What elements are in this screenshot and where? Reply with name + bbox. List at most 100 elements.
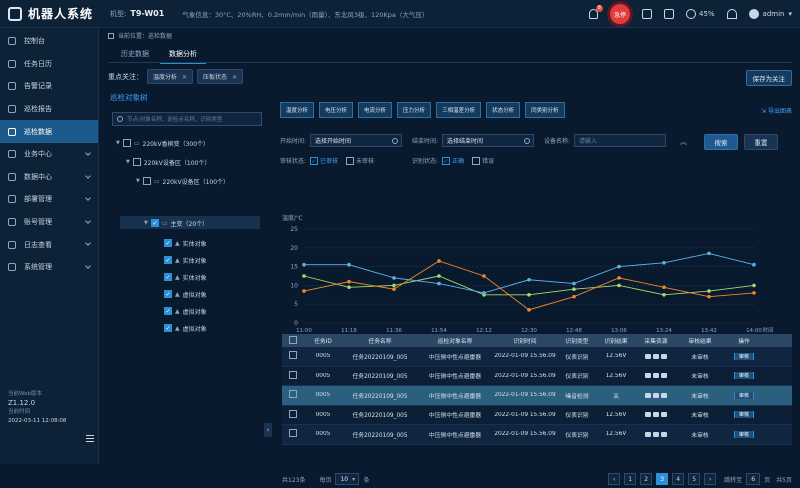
video-icon[interactable] (653, 373, 659, 379)
recog-correct-checkbox[interactable]: 正确 (442, 156, 464, 165)
tree-node[interactable]: ▲实体对象 (164, 271, 207, 283)
data-point[interactable] (572, 287, 576, 291)
review-button[interactable]: 审核 (733, 391, 754, 399)
focus-chip[interactable]: 温度分析 ✕ (147, 69, 194, 84)
page-button[interactable]: 4 (672, 473, 685, 485)
collapse-filter-icon[interactable]: ︽ (680, 137, 687, 147)
data-point[interactable] (437, 281, 441, 286)
data-point[interactable] (752, 262, 756, 267)
data-point[interactable] (707, 251, 711, 256)
tree-checkbox[interactable] (164, 324, 172, 332)
table-row[interactable]: 0005 任务20220109_005 中压侧中性点避雷器 2022-01-09 15… (282, 366, 792, 386)
table-row[interactable]: 0005 任务20220109_005 中压侧中性点避雷器 2022-01-09 15… (282, 347, 792, 367)
data-point[interactable] (392, 283, 396, 288)
data-point[interactable] (482, 291, 486, 295)
chart-tab[interactable]: 同类别分析 (525, 102, 565, 118)
tree-node[interactable]: ▲实体对象 (164, 254, 207, 266)
chart-tab[interactable]: 电压分析 (319, 102, 354, 118)
sidebar-item[interactable]: 巡检报告 (0, 98, 98, 121)
data-point[interactable] (347, 279, 351, 284)
image-icon[interactable] (645, 353, 651, 359)
sidebar-item[interactable]: 账号管理 (0, 211, 98, 234)
tree-checkbox[interactable] (150, 219, 159, 227)
review-button[interactable]: 审核 (733, 430, 754, 438)
row-checkbox[interactable] (289, 390, 297, 399)
data-point[interactable] (347, 285, 351, 290)
image-icon[interactable] (645, 431, 651, 437)
tree-checkbox[interactable] (132, 158, 141, 166)
chart-tab[interactable]: 状态分析 (486, 102, 521, 118)
recog-wrong-checkbox[interactable]: 错误 (472, 156, 494, 165)
tree-node[interactable]: ▲虚拟对象 (164, 322, 207, 334)
review-reviewed-checkbox[interactable]: 已审核 (310, 156, 338, 165)
audio-icon[interactable] (661, 431, 667, 437)
per-page-select[interactable]: 10 ▾ (335, 473, 360, 485)
page-button[interactable]: 3 (656, 473, 669, 485)
save-as-focus-button[interactable]: 保存为关注 (745, 70, 792, 86)
checkbox[interactable] (310, 156, 319, 165)
tree-checkbox[interactable] (142, 177, 151, 185)
row-checkbox[interactable] (289, 370, 297, 379)
video-icon[interactable] (653, 392, 659, 398)
image-icon[interactable] (645, 412, 651, 418)
table-row[interactable]: 0005 任务20220109_005 中压侧中性点避雷器 2022-01-09 15… (282, 405, 792, 425)
reset-button[interactable]: 重置 (744, 134, 778, 150)
sidebar-item[interactable]: 部署管理 (0, 188, 98, 211)
tree-node[interactable]: ▲实体对象 (164, 237, 207, 249)
data-point[interactable] (437, 259, 441, 263)
row-checkbox[interactable] (289, 351, 297, 360)
sidebar-item[interactable]: 控制台 (0, 30, 98, 53)
select-all-checkbox[interactable] (289, 335, 297, 344)
tree-checkbox[interactable] (164, 239, 172, 247)
tree-checkbox[interactable] (122, 139, 131, 147)
checkbox[interactable] (442, 156, 451, 165)
bell-icon[interactable]: 8 (588, 5, 603, 19)
checkbox[interactable] (346, 156, 355, 165)
data-point[interactable] (527, 293, 531, 297)
data-point[interactable] (752, 291, 756, 295)
sidebar-item[interactable]: 业务中心 (0, 143, 98, 166)
image-icon[interactable] (645, 373, 651, 379)
data-point[interactable] (437, 274, 441, 278)
video-icon[interactable] (653, 412, 659, 418)
caret-down-icon[interactable]: ▼ (144, 220, 148, 226)
data-point[interactable] (527, 308, 531, 312)
image-icon[interactable] (645, 392, 651, 398)
data-point[interactable] (392, 287, 396, 291)
chart-tab[interactable]: 三相温差分析 (436, 102, 482, 118)
prev-page-button[interactable]: ‹ (608, 473, 621, 485)
checkbox[interactable] (472, 156, 481, 165)
end-time-input[interactable]: 选择结束时间 (442, 134, 535, 147)
menu-toggle-icon[interactable] (86, 435, 94, 442)
table-row[interactable]: 0005 任务20220109_005 中压侧中性点避雷器 2022-01-09 15… (282, 386, 792, 406)
video-icon[interactable] (653, 353, 659, 359)
data-point[interactable] (572, 281, 576, 286)
close-icon[interactable]: ✕ (182, 74, 187, 81)
table-row[interactable]: 0005 任务20220109_005 中压侧中性点避雷器 2022-01-09 15… (282, 425, 792, 445)
data-point[interactable] (707, 294, 711, 299)
data-point[interactable] (392, 276, 396, 280)
emergency-stop-button[interactable]: 急停 (609, 4, 630, 24)
collapse-panel-button[interactable]: ‹ (264, 423, 272, 437)
row-checkbox[interactable] (289, 429, 297, 438)
review-button[interactable]: 审核 (733, 352, 754, 360)
search-button[interactable]: 搜索 (704, 134, 738, 150)
data-point[interactable] (752, 283, 756, 288)
tree-search-input[interactable]: 节点/对象名称、巡检点名称、识别类型 (112, 112, 262, 126)
data-point[interactable] (707, 289, 711, 293)
data-point[interactable] (302, 274, 306, 278)
chart-tab[interactable]: 温度分析 (280, 102, 315, 118)
tree-checkbox[interactable] (164, 273, 172, 281)
audio-icon[interactable] (661, 353, 667, 359)
sidebar-item[interactable]: 巡检数据 (0, 120, 98, 143)
caret-down-icon[interactable]: ▼ (126, 159, 130, 165)
tree-checkbox[interactable] (164, 290, 172, 298)
caret-down-icon[interactable]: ▼ (116, 140, 120, 146)
page-button[interactable]: 2 (640, 473, 653, 485)
audio-icon[interactable] (661, 373, 667, 379)
lock-icon[interactable] (641, 9, 652, 19)
next-page-button[interactable]: › (704, 473, 717, 485)
user-menu[interactable]: admin ▾ (748, 9, 792, 19)
tree-node[interactable]: ▲虚拟对象 (164, 305, 207, 317)
tree-node[interactable]: ▲虚拟对象 (164, 288, 207, 300)
